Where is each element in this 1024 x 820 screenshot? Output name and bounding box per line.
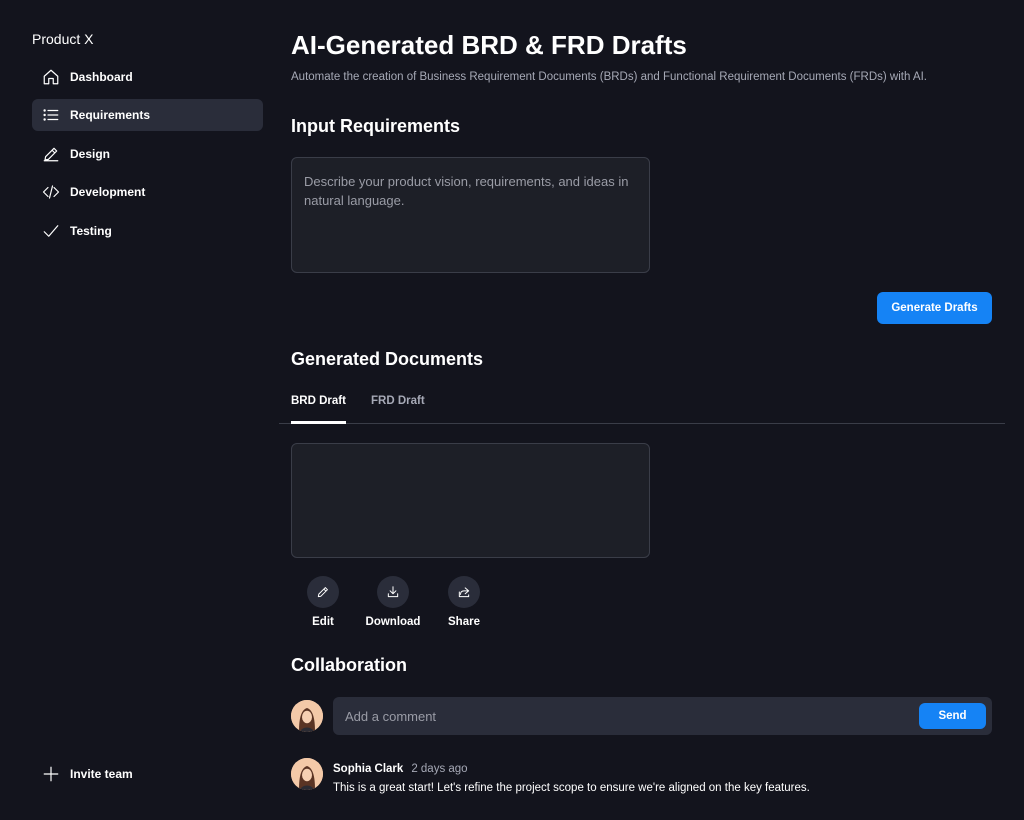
list-icon bbox=[42, 106, 60, 124]
comment-time: 2 days ago bbox=[411, 763, 468, 775]
edit-icon-circle bbox=[307, 576, 339, 608]
sidebar-item-label: Development bbox=[70, 185, 146, 200]
sidebar-item-testing[interactable]: Testing bbox=[32, 215, 263, 247]
document-tabs: BRD Draft FRD Draft bbox=[279, 391, 1005, 424]
pencil-icon bbox=[317, 587, 328, 598]
comment-bar: Send bbox=[333, 697, 992, 735]
share-icon bbox=[458, 587, 470, 598]
avatar bbox=[291, 700, 323, 732]
comment-item: Sophia Clark 2 days ago This is a great s… bbox=[333, 759, 810, 794]
sidebar-item-design[interactable]: Design bbox=[32, 138, 263, 170]
tab-brd-draft[interactable]: BRD Draft bbox=[291, 391, 346, 424]
sidebar-item-development[interactable]: Development bbox=[32, 176, 263, 208]
download-icon-circle bbox=[377, 576, 409, 608]
sidebar-nav: Dashboard Requirements Design Developmen… bbox=[32, 61, 263, 253]
check-icon bbox=[42, 222, 60, 240]
sidebar-item-label: Dashboard bbox=[70, 70, 133, 84]
download-label: Download bbox=[365, 616, 421, 628]
sidebar-item-label: Design bbox=[70, 146, 111, 161]
home-icon bbox=[42, 68, 60, 86]
tab-frd-draft[interactable]: FRD Draft bbox=[371, 391, 425, 424]
edit-label: Edit bbox=[312, 616, 334, 628]
generated-documents-heading: Generated Documents bbox=[291, 349, 484, 369]
sidebar-item-requirements[interactable]: Requirements bbox=[32, 99, 263, 132]
share-button[interactable]: Share bbox=[434, 576, 494, 628]
comment-input[interactable] bbox=[333, 697, 913, 735]
share-icon-circle bbox=[448, 576, 480, 608]
comment-avatar bbox=[291, 758, 323, 790]
page-subtitle: Automate the creation of Business Requir… bbox=[291, 71, 927, 83]
app-title: Product X bbox=[32, 31, 94, 47]
comment-author: Sophia Clark bbox=[333, 763, 404, 775]
sidebar-item-label: Requirements bbox=[70, 108, 151, 123]
page-title: AI-Generated BRD & FRD Drafts bbox=[291, 30, 687, 60]
edit-button[interactable]: Edit bbox=[293, 576, 353, 628]
generate-drafts-button[interactable]: Generate Drafts bbox=[877, 292, 992, 324]
download-button[interactable]: Download bbox=[363, 576, 423, 628]
download-icon bbox=[387, 586, 399, 598]
document-preview bbox=[291, 443, 650, 558]
sidebar-item-dashboard[interactable]: Dashboard bbox=[32, 61, 263, 93]
sidebar-item-label: Testing bbox=[70, 223, 112, 238]
invite-team-button[interactable]: Invite team bbox=[42, 765, 133, 783]
code-icon bbox=[42, 183, 60, 201]
input-requirements-heading: Input Requirements bbox=[291, 116, 461, 136]
comment-text: This is a great start! Let's refine the … bbox=[333, 782, 810, 794]
send-button[interactable]: Send bbox=[919, 703, 986, 729]
pencil-icon bbox=[42, 145, 60, 163]
invite-team-label: Invite team bbox=[70, 767, 133, 781]
share-label: Share bbox=[448, 616, 480, 628]
plus-icon bbox=[43, 766, 59, 782]
collaboration-heading: Collaboration bbox=[291, 655, 407, 675]
sidebar: Product X Dashboard Requirements Design … bbox=[0, 0, 279, 820]
requirements-input[interactable] bbox=[291, 157, 650, 273]
